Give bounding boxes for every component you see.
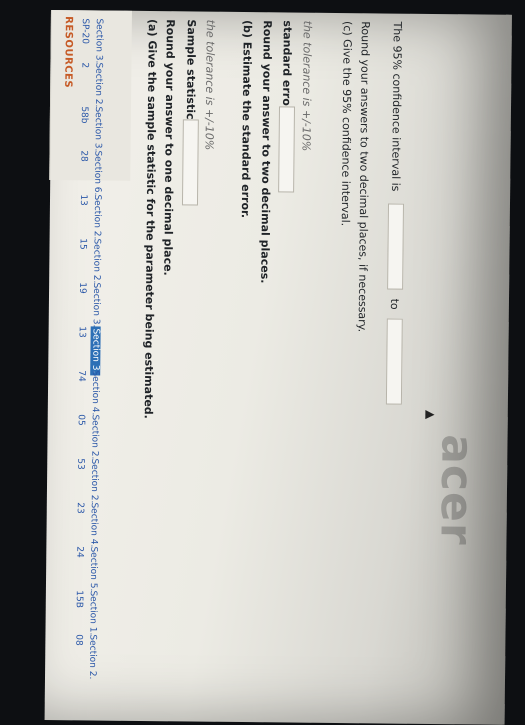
part-a-title: (a) Give the sample statistic for the pa… (141, 18, 159, 419)
sidebar-item[interactable]: Section 3. (91, 282, 101, 327)
acer-logo: acer (430, 433, 483, 546)
sidebar-item[interactable]: SP-20 (80, 18, 90, 44)
sidebar-item[interactable]: Section 2. (89, 458, 99, 503)
sidebar-item[interactable]: Section 2. (89, 414, 99, 459)
sidebar-item[interactable]: Section 5. (88, 546, 98, 591)
sidebar-item[interactable]: Section 4. (88, 502, 98, 547)
part-a-instruction: Round your answer to one decimal place. (161, 19, 177, 276)
part-a-tolerance: the tolerance is +/-10% (202, 19, 217, 151)
part-b-title: (b) Estimate the standard error. (238, 19, 254, 219)
ci-to-label: to (387, 298, 401, 310)
sidebar-item[interactable]: 08 (73, 634, 83, 646)
sidebar-item[interactable]: Section 2. (92, 194, 102, 239)
sidebar-item[interactable]: 28 (78, 150, 88, 162)
standard-error-input[interactable] (278, 106, 296, 193)
sidebar-item[interactable]: Section 3. (90, 326, 101, 376)
sidebar-item[interactable]: Section 2. (93, 62, 103, 107)
sidebar-item[interactable]: 19 (77, 282, 87, 294)
part-a-label: Sample statistic= (183, 19, 198, 129)
sidebar-item[interactable]: 15 (77, 238, 87, 250)
screen: RESOURCES SP-20 Section 3. 2 Section 2. 58b S… (44, 9, 512, 725)
sidebar-item[interactable]: 58b (79, 106, 89, 123)
rotated-content: RESOURCES SP-20 Section 3. 2 Section 2. 58b S… (45, 9, 512, 715)
sidebar-item[interactable]: Section 1. (87, 590, 97, 635)
sidebar-item[interactable]: 05 (76, 414, 86, 426)
sidebar-item[interactable]: Section 2. (87, 634, 97, 679)
sidebar-title: RESOURCES (62, 16, 74, 89)
sidebar-item[interactable]: 13 (77, 326, 87, 338)
part-b-tolerance: the tolerance is +/-10% (299, 20, 314, 152)
part-c-title: (c) Give the 95% confidence interval. (338, 21, 354, 227)
sidebar-item[interactable]: Section 3. (93, 106, 103, 151)
question-area: (a) Give the sample statistic for the pa… (125, 11, 512, 715)
mouse-cursor-icon: ▲ (423, 409, 438, 420)
sidebar-item[interactable]: Section 2. (91, 238, 101, 283)
resources-sidebar: RESOURCES SP-20 Section 3. 2 Section 2. 58b S… (49, 9, 132, 679)
sidebar-item[interactable]: 15B (74, 590, 84, 608)
sidebar-item[interactable]: Section 4. (90, 370, 100, 415)
sidebar-item[interactable]: Section 3. (93, 18, 103, 63)
sidebar-item[interactable]: 2 (79, 62, 89, 68)
part-c-instruction: Round your answers to two decimal places… (355, 21, 372, 333)
sidebar-item[interactable]: 23 (75, 502, 85, 514)
sample-statistic-input[interactable] (181, 119, 199, 206)
part-c-label: The 95% confidence interval is (389, 21, 404, 192)
sidebar-item[interactable]: Section 6. (92, 150, 102, 195)
sidebar-item[interactable]: 13 (78, 194, 88, 206)
sidebar-item[interactable]: 24 (74, 546, 84, 558)
ci-lower-input[interactable] (387, 203, 404, 290)
sidebar-item[interactable]: 53 (75, 458, 85, 470)
ci-upper-input[interactable] (385, 318, 403, 405)
part-b-instruction: Round your answer to two decimal places. (258, 20, 274, 284)
sidebar-item[interactable]: 74 (76, 370, 86, 382)
